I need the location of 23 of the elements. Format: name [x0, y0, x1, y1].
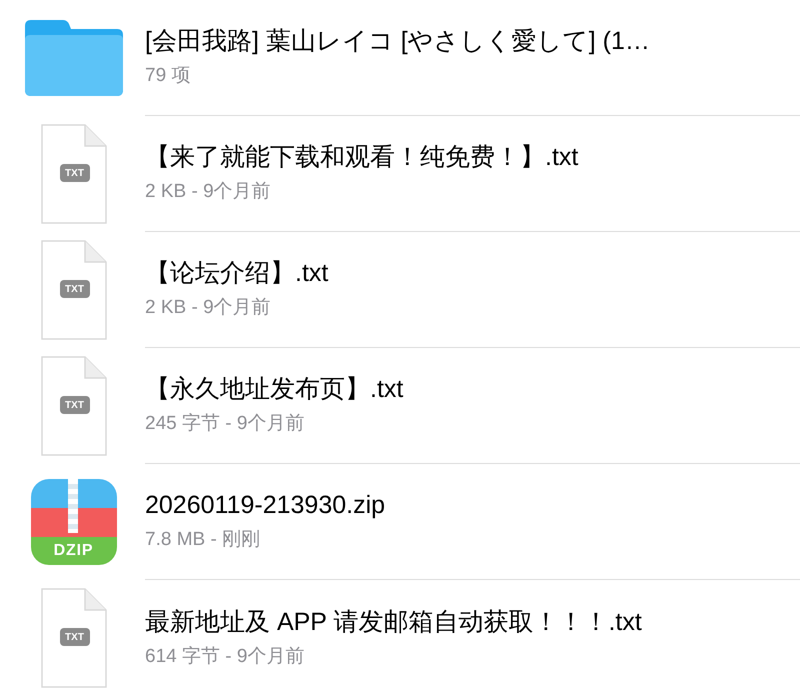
file-details: 614 字节 - 9个月前 — [145, 644, 306, 669]
file-name: 【来了就能下载和观看！纯免费！】.txt — [145, 142, 580, 174]
file-row[interactable]: DZIP 20260119-213930.zip 7.8 MB - 刚刚 — [0, 464, 800, 580]
file-details: 7.8 MB - 刚刚 — [145, 528, 262, 552]
file-details: 79 项 — [145, 64, 192, 88]
file-row[interactable]: TXT 最新地址及 APP 请发邮箱自动获取！！！.txt 614 字节 - 9个月前 — [0, 580, 800, 690]
file-name: [会田我路] 葉山レイコ [やさしく愛して] (1… — [145, 26, 651, 58]
document-icon: TXT — [40, 588, 106, 688]
file-name: 【论坛介绍】.txt — [145, 258, 330, 290]
file-row[interactable]: TXT 【永久地址发布页】.txt 245 字节 - 9个月前 — [0, 348, 800, 464]
file-row[interactable]: TXT 【论坛介绍】.txt 2 KB - 9个月前 — [0, 232, 800, 348]
file-details: 2 KB - 9个月前 — [145, 180, 272, 204]
document-icon: TXT — [40, 356, 106, 456]
file-details: 2 KB - 9个月前 — [145, 296, 272, 320]
file-details: 245 字节 - 9个月前 — [145, 412, 306, 436]
file-name: 20260119-213930.zip — [145, 490, 386, 522]
file-name: 【永久地址发布页】.txt — [145, 374, 404, 406]
document-icon: TXT — [40, 124, 106, 224]
folder-icon — [24, 20, 122, 96]
document-icon: TXT — [40, 240, 106, 340]
file-name: 最新地址及 APP 请发邮箱自动获取！！！.txt — [145, 606, 643, 638]
file-row[interactable]: TXT 【来了就能下载和观看！纯免费！】.txt 2 KB - 9个月前 — [0, 116, 800, 232]
file-row[interactable]: [会田我路] 葉山レイコ [やさしく愛して] (1… 79 项 — [0, 0, 800, 116]
